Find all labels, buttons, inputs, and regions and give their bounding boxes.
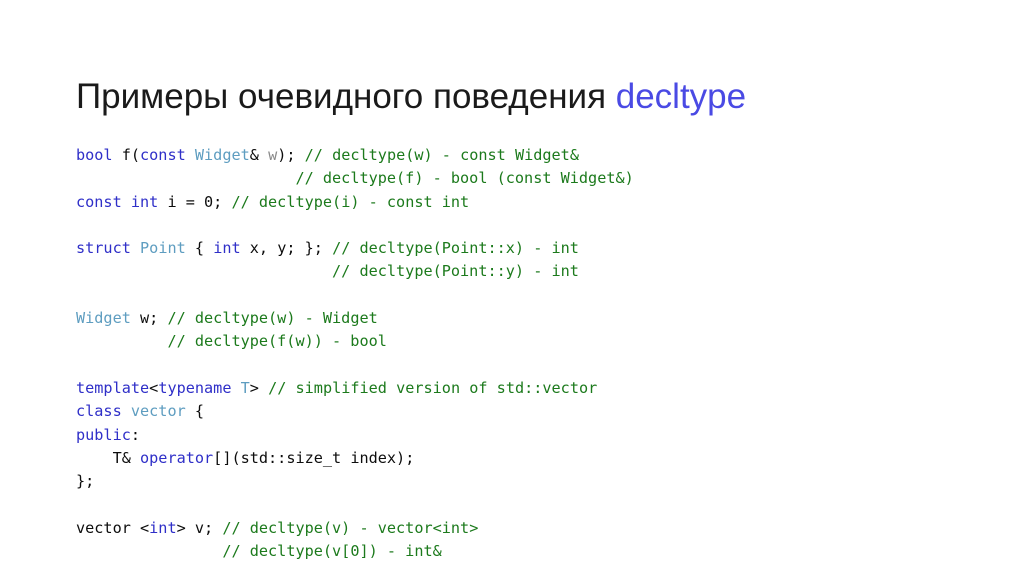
code-token-dim: w <box>268 146 278 164</box>
code-token-type: Point <box>140 239 186 258</box>
code-token-comment: // decltype(f) - bool (const Widget&) <box>295 169 634 188</box>
code-token-plain: [](std::size_t index); <box>213 448 415 467</box>
code-token-kw: class <box>76 402 122 421</box>
page-title-main: Примеры очевидного поведения <box>76 77 616 117</box>
code-token-comment: // decltype(Point::x) - int <box>332 239 579 258</box>
code-token-comment: // decltype(i) - const int <box>231 192 470 211</box>
code-line: template<typename T> // simplified versi… <box>76 377 634 400</box>
code-line: bool f(const Widget& w); // decltype(w) … <box>76 144 634 167</box>
code-token-comment: // decltype(v) - vector<int> <box>222 518 479 537</box>
code-token-plain: & <box>249 146 269 164</box>
code-line: T& operator[](std::size_t index); <box>76 447 634 470</box>
code-token-plain: ); <box>277 146 305 164</box>
code-line: // decltype(Point::y) - int <box>76 260 634 283</box>
code-token-kw: const <box>140 146 186 164</box>
code-token-plain: }; <box>76 472 95 491</box>
code-token-kw: int <box>213 239 241 258</box>
code-token-type: T <box>240 378 250 397</box>
code-token-plain: : <box>130 425 141 444</box>
code-line: }; <box>76 470 634 493</box>
code-token-type: Widget <box>194 146 250 164</box>
code-token-comment: // decltype(Point::y) - int <box>332 262 579 281</box>
code-token-kw: operator <box>140 448 214 467</box>
code-line: class vector { <box>76 400 634 423</box>
code-token-kw: template <box>76 378 150 397</box>
code-token-plain: < <box>149 378 159 397</box>
code-line: struct Point { int x, y; }; // decltype(… <box>76 237 634 260</box>
code-token-plain: f( <box>112 146 141 164</box>
code-token-kw: int <box>130 192 159 211</box>
code-token-comment: // decltype(v[0]) - int& <box>222 542 442 561</box>
page-title-accent: decltype <box>615 77 747 117</box>
code-token-plain: x, y; }; <box>240 239 333 258</box>
code-token-comment: // simplified version of std::vector <box>268 378 598 397</box>
code-token-plain: > v; <box>176 518 223 537</box>
code-block: bool f(const Widget& w); // decltype(w) … <box>76 144 634 563</box>
code-token-kw: const <box>76 192 122 211</box>
code-token-kw: struct <box>76 239 131 258</box>
code-token-comment: // decltype(w) - Widget <box>167 309 378 328</box>
code-token-comment: // decltype(f(w)) - bool <box>167 332 387 351</box>
page-title: Примеры очевидного поведения decltype <box>76 76 746 118</box>
code-token-plain: i = 0; <box>158 192 232 211</box>
code-line: // decltype(f) - bool (const Widget&) <box>76 167 634 190</box>
code-token-plain: vector < <box>76 518 150 537</box>
code-line: Widget w; // decltype(w) - Widget <box>76 307 634 330</box>
slide-canvas: Примеры очевидного поведения decltype bo… <box>0 0 1024 574</box>
code-token-plain: > <box>249 378 269 397</box>
code-token-kw: int <box>149 518 177 537</box>
code-token-plain: { <box>185 239 214 258</box>
code-line: const int i = 0; // decltype(i) - const … <box>76 191 634 214</box>
code-line: // decltype(v[0]) - int& <box>76 540 634 563</box>
code-token-type: vector <box>130 402 186 421</box>
code-token-kw: bool <box>76 146 113 164</box>
code-line: public: <box>76 424 634 447</box>
code-line: vector <int> v; // decltype(v) - vector<… <box>76 517 634 540</box>
code-token-kw: typename <box>158 378 232 397</box>
code-token-plain: { <box>185 402 205 421</box>
code-line: // decltype(f(w)) - bool <box>76 330 634 353</box>
code-token-comment: // decltype(w) - const Widget& <box>304 146 579 164</box>
code-token-plain: w; <box>130 309 168 328</box>
code-token-plain: T& <box>76 448 141 467</box>
code-token-kw: public <box>76 425 131 444</box>
code-token-type: Widget <box>76 309 131 328</box>
